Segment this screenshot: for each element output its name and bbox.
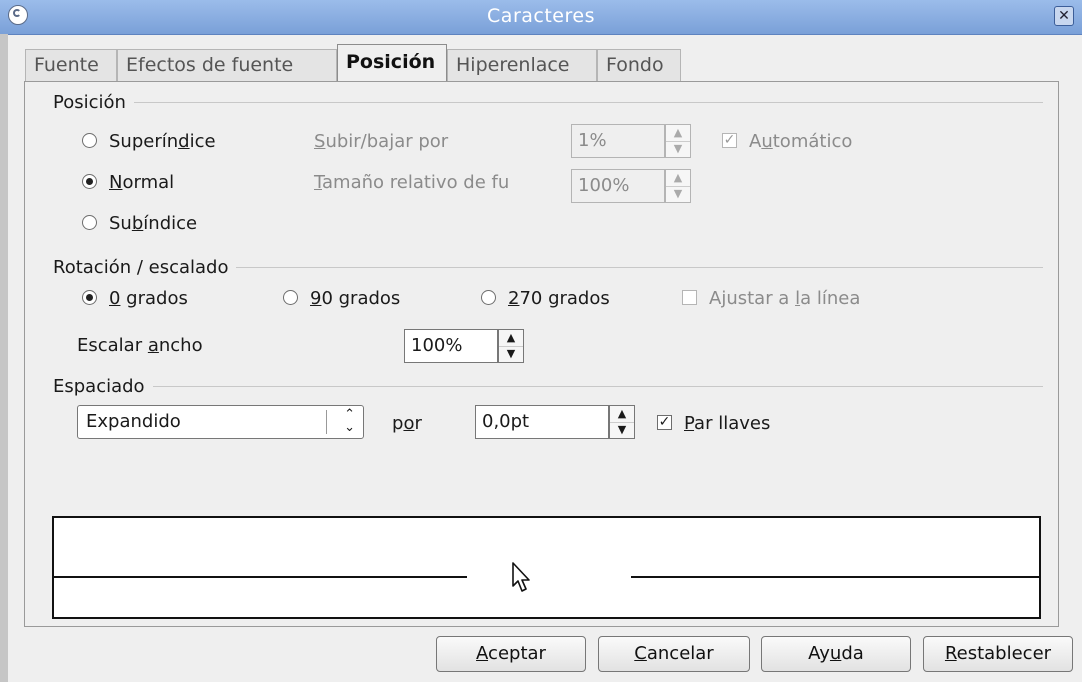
check-icon[interactable]: ✓ — [657, 414, 672, 430]
subir-bajar-field[interactable]: 1% — [571, 124, 665, 158]
checkbox-label: Automático — [749, 131, 853, 152]
escalar-ancho-spinner[interactable]: ▲ ▼ — [498, 329, 524, 363]
radio-subindice[interactable]: Subíndice — [82, 213, 197, 234]
check-icon[interactable]: ✓ — [722, 132, 737, 148]
chevron-updown-icon[interactable]: ⌃ ⌄ — [344, 408, 355, 434]
escalar-ancho-label: Escalar ancho — [77, 335, 203, 356]
radio-icon[interactable] — [481, 289, 496, 305]
section-heading: Posición — [53, 92, 126, 113]
radio-normal[interactable]: Normal — [82, 172, 174, 193]
spin-up-icon[interactable]: ▲ — [666, 125, 690, 142]
radio-270-grados[interactable]: 270 grados — [481, 288, 610, 309]
section-rotacion: Rotación / escalado — [53, 257, 1043, 278]
spin-down-icon[interactable]: ▼ — [499, 346, 523, 362]
espaciado-amount-field[interactable]: 0,0pt — [475, 405, 609, 439]
radio-icon[interactable] — [82, 289, 97, 305]
divider — [133, 102, 1043, 103]
section-posicion: Posición — [53, 92, 1043, 113]
espaciado-combo[interactable]: Expandido ⌃ ⌄ — [77, 405, 364, 439]
preview-baseline-right — [631, 576, 1041, 578]
tab-fuente[interactable]: Fuente — [25, 49, 117, 82]
tamano-spinner[interactable]: ▲ ▼ — [665, 169, 691, 203]
escalar-ancho-field[interactable]: 100% — [404, 329, 498, 363]
par-llaves-checkbox[interactable]: ✓ Par llaves — [657, 413, 770, 434]
radio-icon[interactable] — [82, 173, 97, 189]
spin-up-icon[interactable]: ▲ — [499, 330, 523, 347]
checkbox-icon[interactable] — [682, 289, 697, 305]
divider — [236, 267, 1043, 268]
por-label: por — [392, 413, 422, 434]
automatico-checkbox[interactable]: ✓ Automático — [722, 131, 852, 152]
tamano-label: Tamaño relativo de fu — [314, 172, 510, 193]
section-heading: Rotación / escalado — [53, 257, 229, 278]
radio-label: Superíndice — [109, 131, 216, 152]
checkbox-label: Par llaves — [684, 413, 771, 434]
cancelar-button[interactable]: Cancelar — [598, 636, 750, 672]
window-title: Caracteres — [487, 5, 595, 27]
ayuda-button[interactable]: Ayuda — [761, 636, 911, 672]
radio-icon[interactable] — [82, 214, 97, 230]
aceptar-button[interactable]: Aceptar — [436, 636, 586, 672]
spin-down-icon[interactable]: ▼ — [666, 186, 690, 202]
section-heading: Espaciado — [53, 376, 145, 397]
checkbox-label: Ajustar a la línea — [709, 288, 861, 309]
section-espaciado: Espaciado — [53, 376, 1043, 397]
radio-label: 270 grados — [508, 288, 610, 309]
tab-hiperenlace[interactable]: Hiperenlace — [447, 49, 597, 82]
window-edge — [0, 34, 8, 682]
radio-icon[interactable] — [82, 132, 97, 148]
spin-up-icon[interactable]: ▲ — [666, 170, 690, 187]
radio-label: Normal — [109, 172, 175, 193]
subir-bajar-spinner[interactable]: ▲ ▼ — [665, 124, 691, 158]
spin-down-icon[interactable]: ▼ — [666, 141, 690, 157]
subir-bajar-label: Subir/bajar por — [314, 131, 449, 152]
preview-baseline-left — [54, 576, 467, 578]
radio-0-grados[interactable]: 0 grados — [82, 288, 188, 309]
preview-area — [52, 516, 1041, 619]
radio-superindice[interactable]: Superíndice — [82, 131, 216, 152]
restablecer-button[interactable]: Restablecer — [923, 636, 1073, 672]
tab-posicion[interactable]: Posición — [337, 44, 447, 82]
divider — [152, 386, 1043, 387]
radio-label: Subíndice — [109, 213, 198, 234]
spin-down-icon[interactable]: ▼ — [610, 422, 634, 438]
espaciado-amount-spinner[interactable]: ▲ ▼ — [609, 405, 635, 439]
combo-separator — [326, 410, 327, 434]
close-icon[interactable]: ✕ — [1054, 6, 1074, 26]
tab-fondo[interactable]: Fondo — [597, 49, 681, 82]
tab-efectos-de-fuente[interactable]: Efectos de fuente — [117, 49, 337, 82]
spin-up-icon[interactable]: ▲ — [610, 406, 634, 423]
title-bar: Caracteres ✕ — [0, 0, 1082, 35]
radio-90-grados[interactable]: 90 grados — [283, 288, 400, 309]
radio-label: 0 grados — [109, 288, 188, 309]
mouse-cursor-icon — [512, 562, 530, 592]
radio-label: 90 grados — [310, 288, 401, 309]
ajustar-linea-checkbox[interactable]: Ajustar a la línea — [682, 288, 860, 309]
radio-icon[interactable] — [283, 289, 298, 305]
tamano-field[interactable]: 100% — [571, 169, 665, 203]
